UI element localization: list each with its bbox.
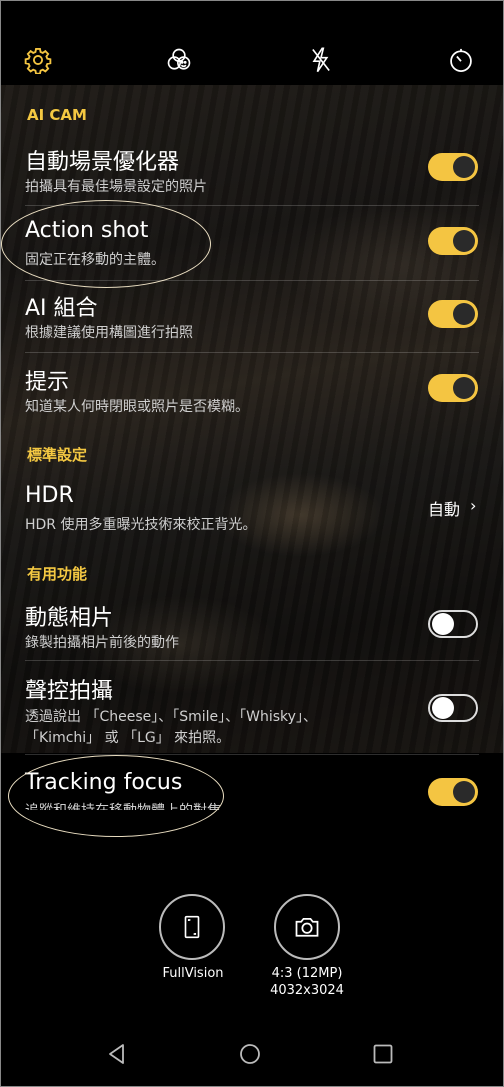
setting-subtitle-tracking-focus: 追蹤和維持在移動物體上的對焦: [25, 800, 221, 810]
setting-subtitle-hdr: HDR 使用多重曝光技術來校正背光。: [25, 517, 257, 533]
ratio-label: 4:3 (12MP): [271, 966, 343, 981]
divider: [25, 205, 479, 206]
section-ai-cam: AI CAM: [27, 106, 87, 124]
recents-icon[interactable]: [369, 1040, 397, 1068]
divider: [25, 754, 479, 755]
toggle-hints[interactable]: [428, 374, 478, 402]
resolution-button[interactable]: [274, 894, 340, 960]
camera-icon: [295, 917, 319, 937]
setting-title-hints: 提示: [25, 370, 70, 395]
setting-subtitle-auto-scene: 拍攝具有最佳場景設定的照片: [25, 179, 207, 195]
setting-title-voice-shutter: 聲控拍攝: [25, 679, 114, 704]
flash-off-icon[interactable]: [306, 45, 336, 75]
setting-title-tracking-focus: Tracking focus: [25, 770, 183, 795]
toggle-motion-photo[interactable]: [428, 610, 478, 638]
divider: [25, 660, 479, 661]
setting-subtitle-voice-shutter: 透過說出 「Cheese」、「Smile」、「Whisky」、: [25, 709, 317, 725]
top-toolbar: [0, 0, 504, 85]
setting-subtitle-ai-composition: 根據建議使用構圖進行拍照: [25, 325, 193, 341]
toggle-voice-shutter[interactable]: [428, 694, 478, 722]
section-standard: 標準設定: [27, 446, 88, 464]
setting-title-action-shot: Action shot: [25, 218, 149, 243]
resolution-label: 4032x3024: [270, 983, 344, 998]
hdr-value[interactable]: 自動: [428, 496, 460, 520]
setting-title-ai-composition: AI 組合: [25, 296, 98, 321]
timer-icon[interactable]: [446, 45, 476, 75]
toggle-ai-composition[interactable]: [428, 300, 478, 328]
highlight-ellipse: [8, 755, 224, 837]
setting-title-motion-photo: 動態相片: [25, 606, 114, 631]
divider: [25, 280, 479, 281]
toggle-auto-scene[interactable]: [428, 153, 478, 181]
setting-subtitle-motion-photo: 錄製拍攝相片前後的動作: [25, 635, 179, 651]
fullvision-icon: [184, 915, 200, 939]
back-icon[interactable]: [103, 1040, 131, 1068]
section-useful: 有用功能: [27, 565, 88, 583]
gear-icon[interactable]: [23, 45, 53, 75]
setting-subtitle-action-shot: 固定正在移動的主體。: [25, 252, 165, 268]
toggle-action-shot[interactable]: [428, 227, 478, 255]
filter-icon[interactable]: [164, 45, 194, 75]
fullvision-label: FullVision: [162, 966, 224, 981]
toggle-tracking-focus[interactable]: [428, 778, 478, 806]
setting-title-hdr: HDR: [25, 483, 74, 508]
setting-subtitle-hints: 知道某人何時閉眼或照片是否模糊。: [25, 399, 249, 415]
home-icon[interactable]: [236, 1040, 264, 1068]
setting-subtitle-voice-shutter-line2: 「Kimchi」 或 「LG」 來拍照。: [25, 730, 231, 746]
chevron-right-icon[interactable]: ›: [470, 496, 476, 515]
setting-title-auto-scene: 自動場景優化器: [25, 150, 180, 175]
divider: [25, 352, 479, 353]
fullvision-button[interactable]: [159, 894, 225, 960]
